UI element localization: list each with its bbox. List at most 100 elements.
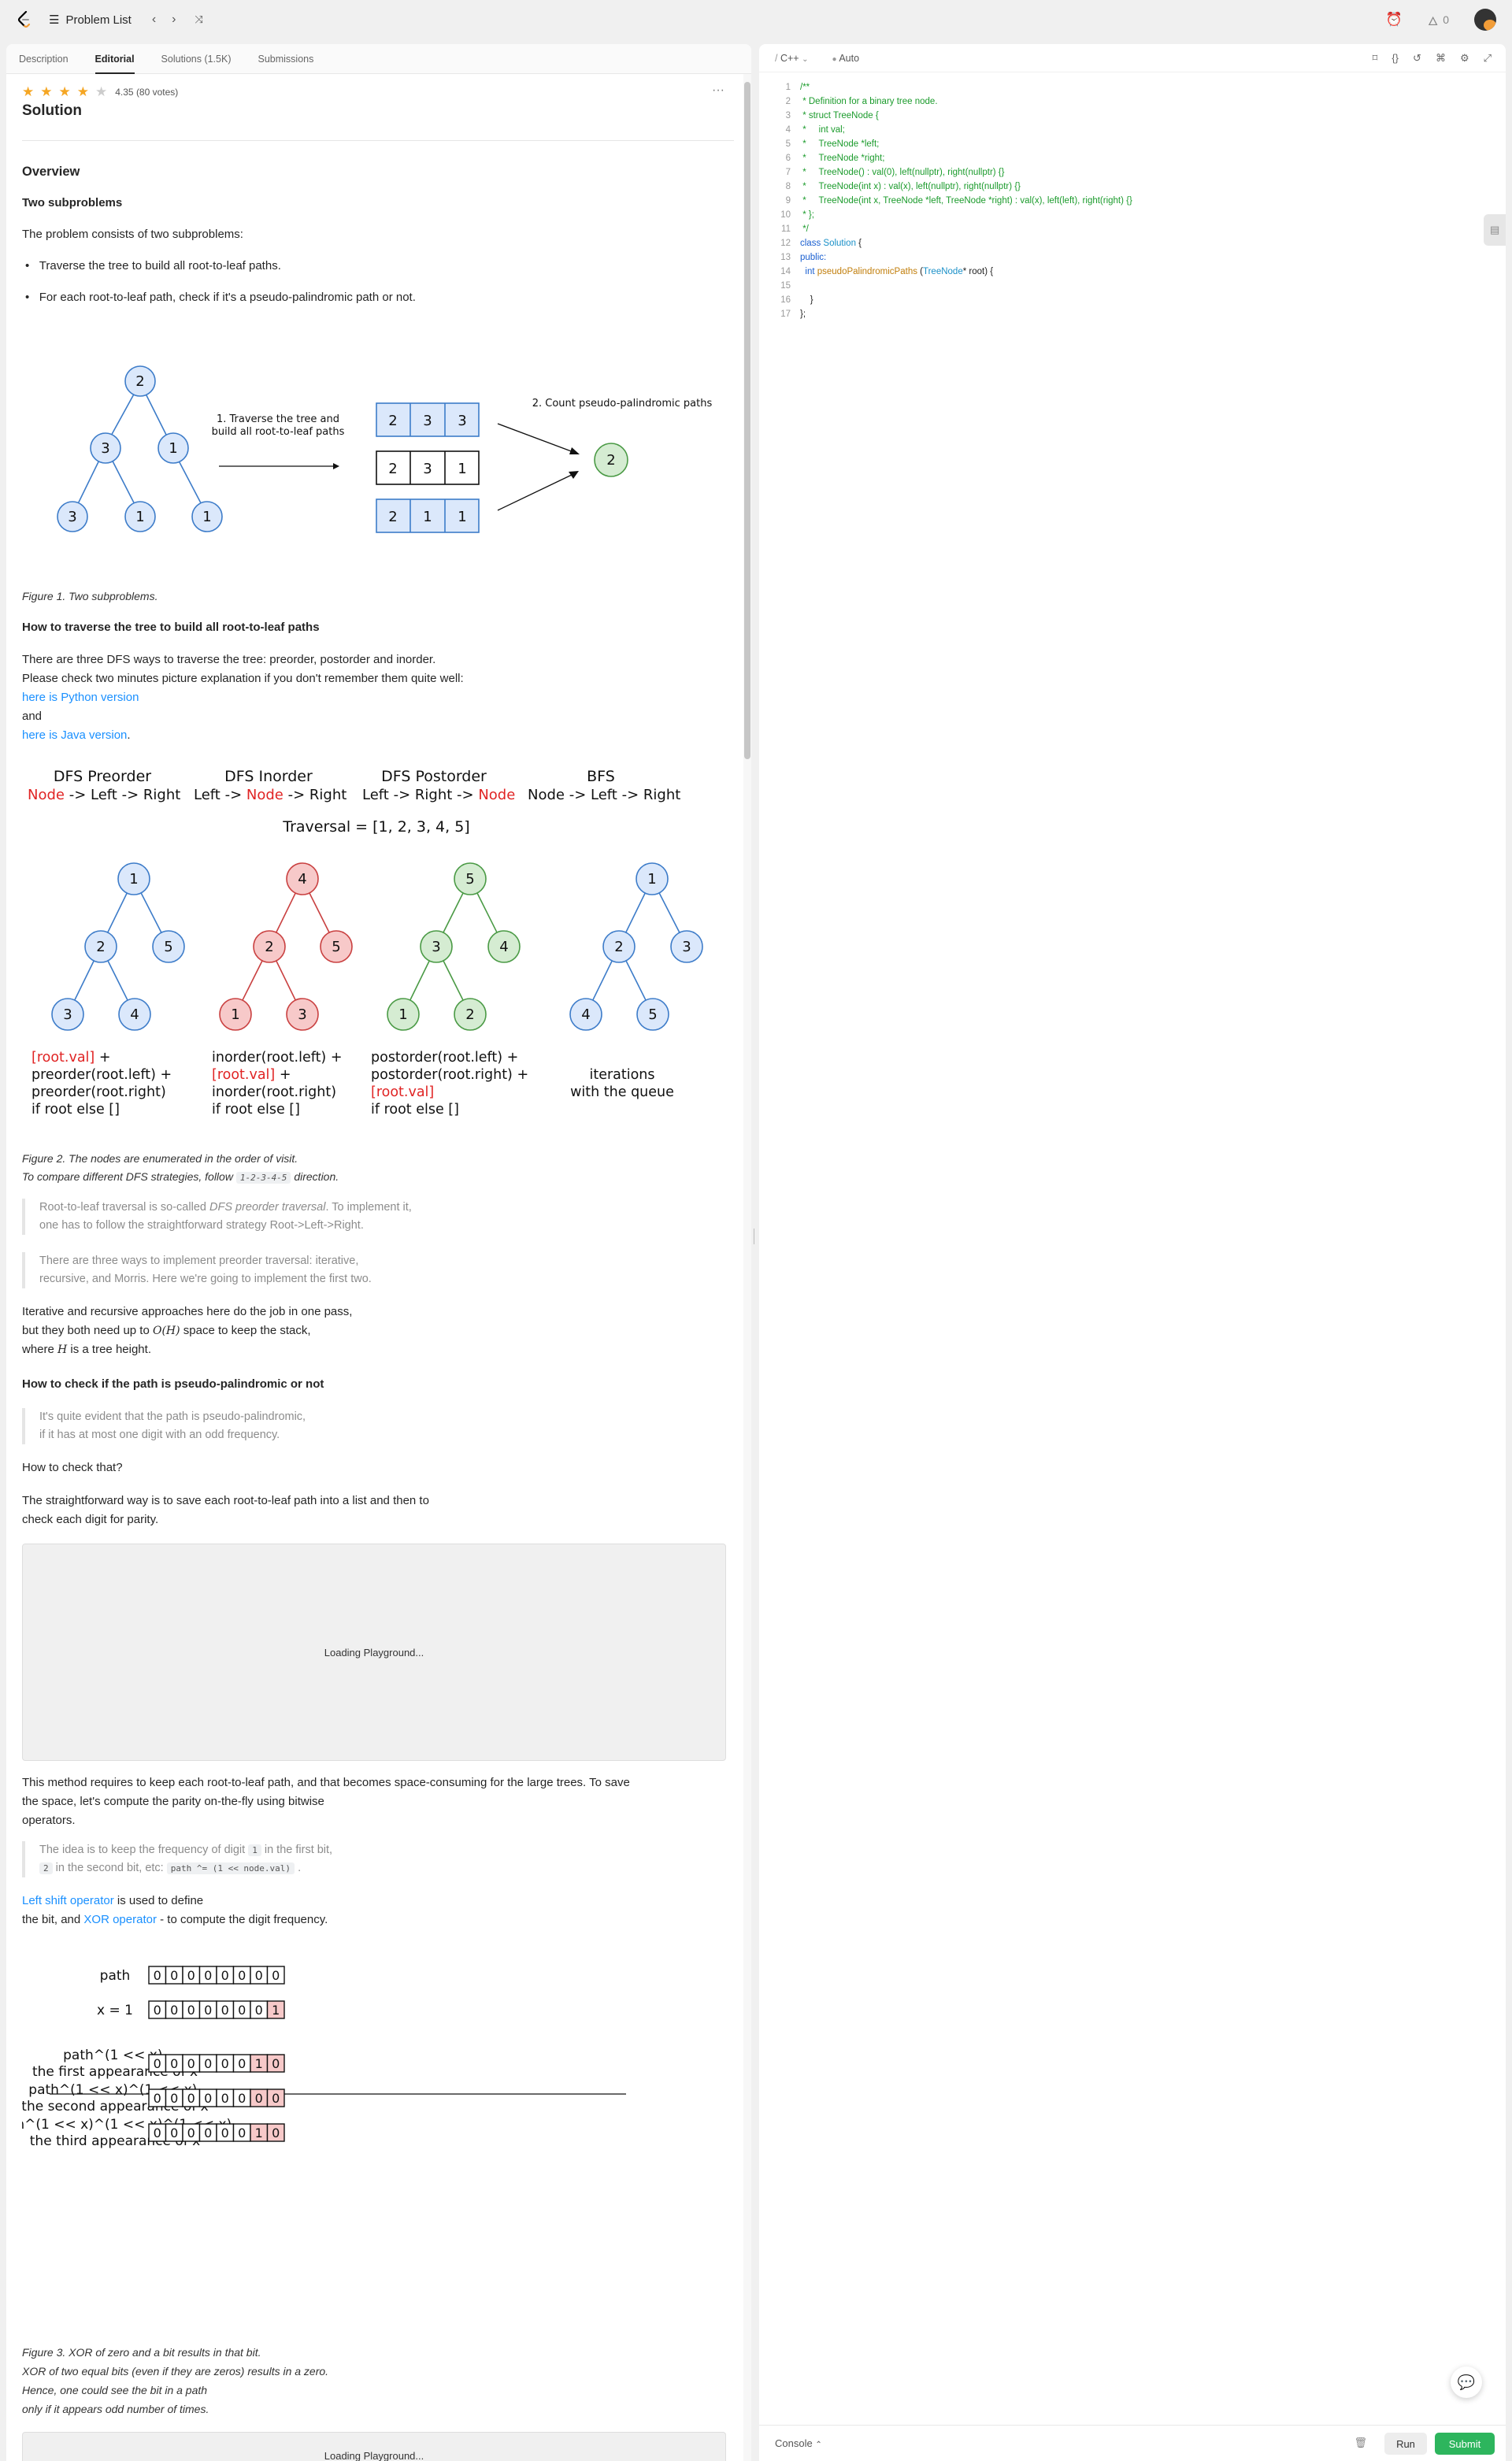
reset-icon[interactable]: ↺ [1413,52,1421,65]
code-text: */ [800,224,809,234]
tree-node: 1 [647,871,656,888]
code-text: * TreeNode(int x, TreeNode *left, TreeNo… [800,196,1132,206]
step1-label: build all root-to-leaf paths [212,426,345,438]
code-line[interactable]: 11 */ [767,222,1132,236]
code-line[interactable]: 5 * TreeNode *left; [767,137,1132,151]
streak-counter[interactable]: 🜂 0 [1428,8,1449,32]
code-line[interactable]: 17}; [767,307,1132,321]
chevron-left-icon[interactable]: ‹ [152,13,156,27]
row-label: path [100,1968,131,1984]
code-line[interactable]: 15 [767,279,1132,293]
code-root-val: [root.val] [371,1084,434,1100]
problem-list-button[interactable]: ☰ Problem List [49,13,132,28]
step1-label: 1. Traverse the tree and [217,413,339,425]
language-select[interactable]: / C++ ⌄ [775,53,808,64]
code-text: * struct TreeNode { [800,111,879,120]
path-digit: 3 [423,461,432,477]
star-icon[interactable]: ★ [22,85,34,98]
code-line[interactable]: 4 * int val; [767,123,1132,137]
scrollbar[interactable] [743,74,751,2461]
tab-solutions[interactable]: Solutions (1.5K) [161,54,232,65]
bit-value: 0 [154,2003,161,2018]
tab-submissions[interactable]: Submissions [258,54,313,65]
svg-text:Left -> Right -> Node: Left -> Right -> Node [362,787,515,803]
shortcut-icon[interactable]: ⌘ [1436,52,1446,65]
code-line[interactable]: 9 * TreeNode(int x, TreeNode *left, Tree… [767,194,1132,208]
tree-node: 2 [135,373,144,390]
star-icon[interactable]: ★ [77,85,89,98]
figure-caption: To compare different DFS strategies, fol… [22,1170,339,1184]
python-version-link[interactable]: here is Python version [22,688,139,707]
leetcode-logo[interactable] [16,9,33,30]
bookmark-icon[interactable]: ⌑ [1373,52,1378,65]
code-playground[interactable]: Loading Playground... [22,2432,726,2461]
code-line[interactable]: 1 /** [767,80,1132,95]
top-bar: ☰ Problem List ‹ › ⤨ ⏰ 🜂 0 [0,0,1512,39]
star-icon[interactable]: ★ [59,85,71,98]
scrollbar-thumb[interactable] [744,82,750,759]
star-icon[interactable]: ★ [95,85,107,98]
code-icon: / [775,52,778,64]
list-icon: ☰ [49,13,60,27]
braces-icon[interactable]: {} [1392,52,1399,65]
expand-icon[interactable]: ⤢ [1484,52,1492,65]
figure-caption: Figure 1. Two subproblems. [22,590,158,602]
code-line[interactable]: 10 * }; [767,208,1132,222]
tree-node: 4 [499,939,508,955]
problem-list-label: Problem List [65,13,132,27]
chevron-right-icon[interactable]: › [172,13,176,27]
order-rest: -> Right [284,787,346,803]
trash-icon[interactable]: 🗑 [1354,2437,1367,2449]
code-text: if root else [] [212,1102,300,1117]
console-toggle[interactable]: Console ⌃ [775,2437,822,2449]
bit-value: 0 [238,2003,246,2018]
tab-editorial[interactable]: Editorial [94,54,135,74]
paragraph: How to check that? [22,1461,123,1474]
code-text: postorder(root.right) + [371,1067,528,1083]
bit-value: 0 [170,2003,178,2018]
tree-node: 2 [614,939,623,955]
chat-icon[interactable]: 💬 [1451,2366,1482,2398]
code-line[interactable]: 6 * TreeNode *right; [767,151,1132,165]
code-line[interactable]: 16 } [767,293,1132,307]
code-text: preorder(root.left) + [32,1067,172,1083]
code-playground[interactable]: Loading Playground... [22,1544,726,1761]
svg-text:Node -> Left -> Right: Node -> Left -> Right [28,787,180,803]
code-line[interactable]: 7 * TreeNode() : val(0), left(nullptr), … [767,165,1132,180]
alarm-clock-icon[interactable]: ⏰ [1386,12,1403,28]
java-version-link[interactable]: here is Java version [22,728,127,742]
star-icon[interactable]: ★ [40,85,52,98]
panel-resize-handle[interactable] [753,1229,756,1244]
left-shift-link[interactable]: Left shift operator [22,1894,114,1907]
step2-label: 2. Count pseudo-palindromic paths [532,398,713,410]
side-note-tab[interactable]: ▤ [1484,214,1506,246]
tab-description[interactable]: Description [19,54,69,65]
submit-button[interactable]: Submit [1435,2433,1495,2455]
code-line[interactable]: 2 * Definition for a binary tree node. [767,95,1132,109]
code-editor[interactable]: 1 /** 2 * Definition for a binary tree nod… [767,80,1132,321]
language-label: C++ [780,52,799,64]
row-label: x = 1 [97,2003,133,2018]
bit-value: 0 [187,2003,195,2018]
strategy-title: BFS [587,768,615,785]
avatar[interactable] [1474,9,1496,31]
auto-mode[interactable]: ● Auto [832,53,859,64]
shuffle-icon[interactable]: ⤨ [195,13,202,26]
bit-value: 0 [238,2091,246,2106]
paragraph: There are three DFS ways to traverse the… [22,653,436,666]
more-options-icon[interactable]: ··· [712,83,724,98]
code-line[interactable]: 14 int pseudoPalindromicPaths (TreeNode*… [767,265,1132,279]
rating[interactable]: ★ ★ ★ ★ ★ 4.35 (80 votes) [22,85,178,98]
code-text: /** [800,83,810,92]
run-button[interactable]: Run [1384,2433,1427,2455]
code-line[interactable]: 12 class Solution { [767,236,1132,250]
code-line[interactable]: 3 * struct TreeNode { [767,109,1132,123]
code-line[interactable]: 13 public: [767,250,1132,265]
code-text: preorder(root.right) [32,1084,166,1100]
code-line[interactable]: 8 * TreeNode(int x) : val(x), left(nullp… [767,180,1132,194]
xor-link[interactable]: XOR operator [83,1913,157,1926]
chevron-up-icon: ⌃ [815,2441,822,2449]
flame-icon: 🜂 [1428,14,1439,28]
settings-icon[interactable]: ⚙ [1460,52,1469,65]
paragraph: the space, let's compute the parity on-t… [22,1795,324,1808]
